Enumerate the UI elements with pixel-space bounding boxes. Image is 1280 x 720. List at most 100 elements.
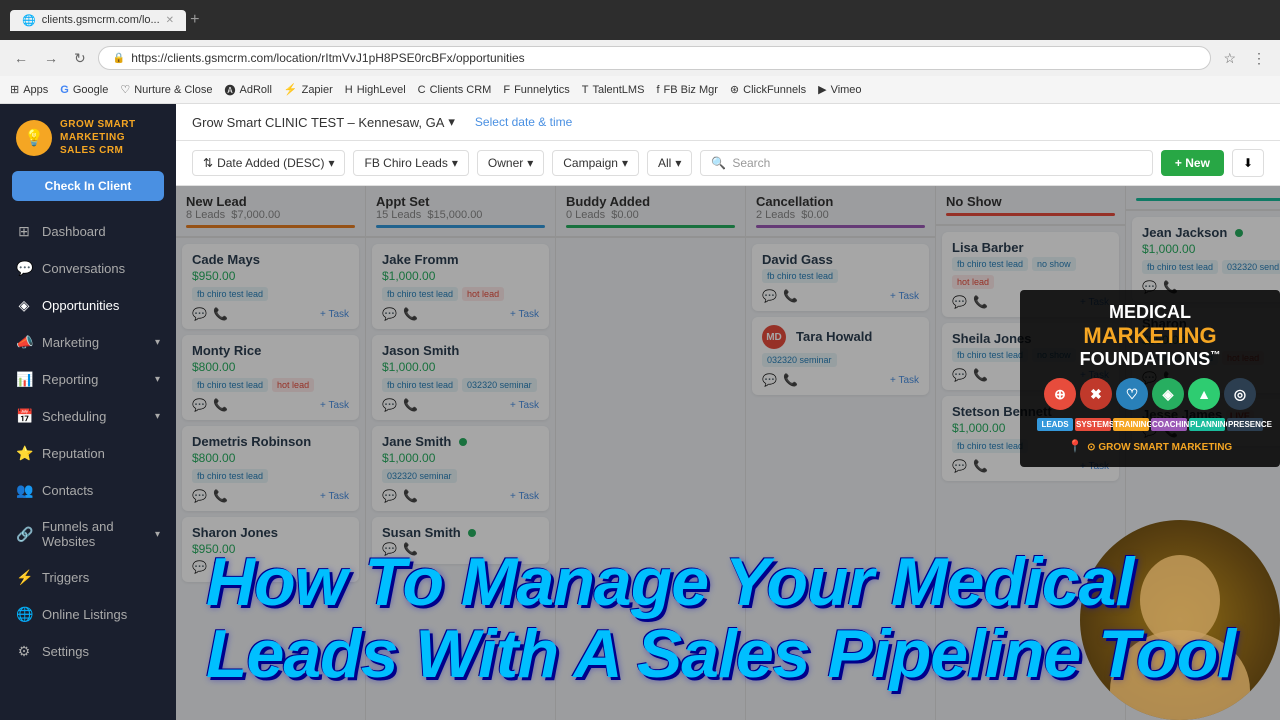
table-row[interactable]: Monty Rice $800.00 fb chiro test lead ho…	[182, 335, 359, 420]
table-row[interactable]: Cade Mays $950.00 fb chiro test lead 💬 📞…	[182, 244, 359, 329]
table-row[interactable]: Jake Fromm $1,000.00 fb chiro test lead …	[372, 244, 549, 329]
clickfunnels-icon: ⊛	[730, 83, 739, 96]
sidebar-item-reporting[interactable]: 📊 Reporting ▾	[0, 361, 176, 398]
message-icon[interactable]: 💬	[382, 542, 397, 556]
bookmark-apps[interactable]: ⊞ Apps	[10, 83, 48, 96]
table-row[interactable]: Demetris Robinson $800.00 fb chiro test …	[182, 426, 359, 511]
sidebar-item-dashboard[interactable]: ⊞ Dashboard	[0, 213, 176, 250]
phone-icon[interactable]: 📞	[403, 398, 418, 412]
phone-icon[interactable]: 📞	[973, 459, 988, 473]
add-task-button[interactable]: + Task	[510, 491, 539, 502]
table-row[interactable]: David Gass fb chiro test lead 💬 📞 + Task	[752, 244, 929, 311]
pipeline-filter[interactable]: FB Chiro Leads ▾	[353, 150, 468, 176]
table-row[interactable]: MD Tara Howald 032320 seminar 💬 📞 + Task	[752, 317, 929, 395]
sidebar: 💡 GROW SMART MARKETING SALES CRM Check I…	[0, 104, 176, 720]
message-icon[interactable]: 💬	[192, 398, 207, 412]
card-tags: fb chiro test lead	[192, 469, 349, 483]
bookmark-adroll[interactable]: 🅐 AdRoll	[224, 82, 271, 98]
date-select-link[interactable]: Select date & time	[475, 115, 572, 129]
sidebar-item-conversations[interactable]: 💬 Conversations	[0, 250, 176, 287]
search-box[interactable]: 🔍 Search	[700, 150, 1153, 176]
sidebar-item-contacts[interactable]: 👥 Contacts	[0, 472, 176, 509]
sidebar-item-listings[interactable]: 🌐 Online Listings	[0, 596, 176, 633]
all-filter[interactable]: All ▾	[647, 150, 692, 176]
message-icon[interactable]: 💬	[192, 489, 207, 503]
card-name: Cade Mays	[192, 252, 349, 267]
phone-icon[interactable]: 📞	[213, 489, 228, 503]
sidebar-item-settings[interactable]: ⚙ Settings	[0, 633, 176, 670]
phone-icon[interactable]: 📞	[213, 560, 228, 574]
phone-icon[interactable]: 📞	[403, 489, 418, 503]
nurture-icon: ♡	[120, 83, 130, 96]
phone-icon[interactable]: 📞	[973, 368, 988, 382]
new-button[interactable]: + New	[1161, 150, 1224, 176]
phone-icon[interactable]: 📞	[213, 307, 228, 321]
message-icon[interactable]: 💬	[762, 289, 777, 303]
forward-button[interactable]: →	[40, 46, 62, 70]
add-task-button[interactable]: + Task	[320, 309, 349, 320]
sidebar-item-opportunities[interactable]: ◈ Opportunities	[0, 287, 176, 324]
message-icon[interactable]: 💬	[382, 307, 397, 321]
bookmark-google[interactable]: G Google	[60, 84, 108, 96]
bookmark-highlevel[interactable]: H HighLevel	[345, 84, 406, 96]
bookmarks-button[interactable]: ☆	[1219, 46, 1240, 71]
campaign-filter[interactable]: Campaign ▾	[552, 150, 639, 176]
add-task-button[interactable]: + Task	[510, 400, 539, 411]
funnels-icon: 🔗	[16, 526, 32, 543]
location-selector[interactable]: Grow Smart CLINIC TEST – Kennesaw, GA ▾	[192, 114, 455, 130]
sidebar-item-reputation[interactable]: ⭐ Reputation	[0, 435, 176, 472]
url-bar[interactable]: 🔒 https://clients.gsmcrm.com/location/rI…	[98, 46, 1212, 70]
bookmark-talentlms[interactable]: T TalentLMS	[582, 84, 645, 96]
message-icon[interactable]: 💬	[382, 489, 397, 503]
table-row[interactable]: Jason Smith $1,000.00 fb chiro test lead…	[372, 335, 549, 420]
extensions-button[interactable]: ⋮	[1248, 46, 1270, 71]
add-task-button[interactable]: + Task	[320, 400, 349, 411]
message-icon[interactable]: 💬	[952, 295, 967, 309]
message-icon[interactable]: 💬	[192, 307, 207, 321]
bookmark-clientscrm[interactable]: C Clients CRM	[418, 84, 492, 96]
card-actions: 💬 📞 + Task	[192, 489, 349, 503]
refresh-button[interactable]: ↻	[70, 46, 90, 71]
tab-close-button[interactable]: ✕	[166, 15, 174, 26]
add-task-button[interactable]: + Task	[890, 375, 919, 386]
message-icon[interactable]: 💬	[952, 368, 967, 382]
message-icon[interactable]: 💬	[952, 459, 967, 473]
bookmark-zapier[interactable]: ⚡ Zapier	[284, 83, 333, 96]
sidebar-item-funnels[interactable]: 🔗 Funnels and Websites ▾	[0, 509, 176, 559]
phone-icon[interactable]: 📞	[973, 295, 988, 309]
sidebar-item-marketing[interactable]: 📣 Marketing ▾	[0, 324, 176, 361]
add-task-button[interactable]: + Task	[510, 309, 539, 320]
card-amount: $1,000.00	[382, 269, 539, 283]
phone-icon[interactable]: 📞	[403, 307, 418, 321]
sidebar-item-scheduling[interactable]: 📅 Scheduling ▾	[0, 398, 176, 435]
phone-icon[interactable]: 📞	[403, 542, 418, 556]
phone-icon[interactable]: 📞	[213, 398, 228, 412]
bookmark-funnelytics[interactable]: F Funnelytics	[503, 84, 569, 96]
phone-icon[interactable]: 📞	[783, 289, 798, 303]
column-appt-set: Appt Set 15 Leads $15,000.00 Jake Fromm …	[366, 186, 556, 720]
table-row[interactable]: Sharon Jones $950.00 💬 📞	[182, 517, 359, 582]
phone-icon[interactable]: 📞	[783, 373, 798, 387]
back-button[interactable]: ←	[10, 46, 32, 70]
sidebar-item-triggers[interactable]: ⚡ Triggers	[0, 559, 176, 596]
bookmark-fbbiz[interactable]: f FB Biz Mgr	[656, 84, 717, 96]
message-icon[interactable]: 💬	[192, 560, 207, 574]
card-tag: fb chiro test lead	[952, 439, 1028, 453]
new-tab-button[interactable]: +	[190, 11, 199, 29]
owner-filter[interactable]: Owner ▾	[477, 150, 544, 176]
add-task-button[interactable]: + Task	[320, 491, 349, 502]
sort-filter[interactable]: ⇅ Date Added (DESC) ▾	[192, 150, 345, 176]
message-icon[interactable]: 💬	[382, 398, 397, 412]
table-row[interactable]: Jane Smith $1,000.00 032320 seminar 💬 📞 …	[372, 426, 549, 511]
active-tab[interactable]: 🌐 clients.gsmcrm.com/lo... ✕	[10, 10, 186, 31]
bookmark-clickfunnels[interactable]: ⊛ ClickFunnels	[730, 83, 806, 96]
download-button[interactable]: ⬇	[1232, 149, 1264, 177]
column-title: No Show	[946, 194, 1115, 209]
check-in-button[interactable]: Check In Client	[12, 171, 164, 201]
add-task-button[interactable]: + Task	[890, 291, 919, 302]
opportunities-icon: ◈	[16, 297, 32, 314]
table-row[interactable]: Susan Smith 💬 📞	[372, 517, 549, 564]
bookmark-nurture[interactable]: ♡ Nurture & Close	[120, 83, 212, 96]
message-icon[interactable]: 💬	[762, 373, 777, 387]
bookmark-vimeo[interactable]: ▶ Vimeo	[818, 83, 861, 96]
